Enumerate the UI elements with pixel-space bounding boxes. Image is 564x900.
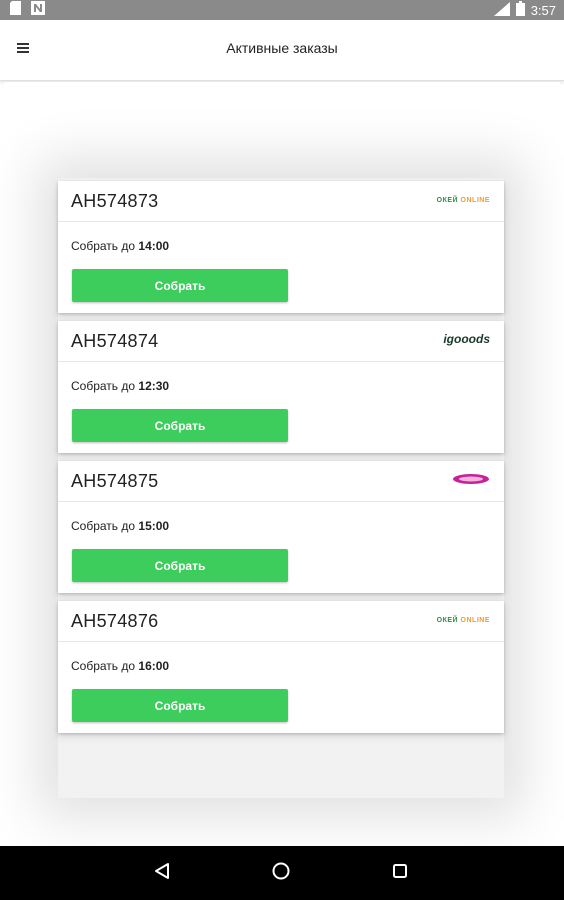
- back-icon: [154, 862, 170, 885]
- collect-button[interactable]: Собрать: [72, 269, 288, 302]
- order-card[interactable]: АН574874 igooods Собрать до 12:30 Собрат…: [58, 321, 504, 453]
- signal-icon: [493, 1, 510, 19]
- order-list: АН574873 ОКЕЙ ONLINE Собрать до 14:00 Со…: [58, 181, 504, 741]
- collect-button[interactable]: Собрать: [72, 409, 288, 442]
- deadline-row: Собрать до 16:00: [71, 659, 169, 673]
- okey-logo: ОКЕЙ ONLINE: [436, 197, 490, 204]
- deadline-row: Собрать до 15:00: [71, 519, 169, 533]
- collect-button[interactable]: Собрать: [72, 689, 288, 722]
- order-card[interactable]: АН574876 ОКЕЙ ONLINE Собрать до 16:00 Со…: [58, 601, 504, 733]
- battery-icon: [515, 1, 525, 19]
- card-header: АН574873 ОКЕЙ ONLINE: [58, 181, 504, 222]
- deadline-label: Собрать до: [71, 379, 136, 393]
- recents-icon: [392, 863, 408, 884]
- card-header: АН574875: [58, 461, 504, 502]
- collect-button[interactable]: Собрать: [72, 549, 288, 582]
- file-icon: [10, 0, 21, 20]
- card-header: АН574874 igooods: [58, 321, 504, 362]
- deadline-time: 14:00: [138, 239, 170, 253]
- back-button[interactable]: [147, 858, 177, 888]
- app-bar: Активные заказы: [0, 20, 564, 81]
- recents-button[interactable]: [385, 858, 415, 888]
- deadline-time: 15:00: [138, 519, 170, 533]
- home-icon: [272, 862, 290, 885]
- order-card[interactable]: АН574875 Собрать до 15:00 Собрать: [58, 461, 504, 593]
- order-id: АН574875: [71, 471, 159, 491]
- order-card[interactable]: АН574873 ОКЕЙ ONLINE Собрать до 14:00 Со…: [58, 181, 504, 313]
- utkonos-logo: [452, 473, 490, 488]
- status-left-icons: [10, 0, 45, 20]
- status-right-icons: 3:57: [493, 1, 556, 19]
- system-nav-bar: [0, 846, 564, 900]
- deadline-label: Собрать до: [71, 239, 136, 253]
- order-id: АН574874: [71, 331, 159, 351]
- deadline-time: 16:00: [138, 659, 170, 673]
- home-button[interactable]: [266, 858, 296, 888]
- deadline-row: Собрать до 12:30: [71, 379, 169, 393]
- igooods-logo: igooods: [443, 332, 490, 346]
- status-time: 3:57: [530, 2, 556, 18]
- deadline-label: Собрать до: [71, 519, 136, 533]
- page-title: Активные заказы: [226, 40, 338, 56]
- status-bar: 3:57: [0, 0, 564, 20]
- n-icon: [31, 0, 45, 20]
- okey-logo: ОКЕЙ ONLINE: [436, 617, 490, 624]
- card-header: АН574876 ОКЕЙ ONLINE: [58, 601, 504, 642]
- order-id: АН574876: [71, 611, 159, 631]
- order-id: АН574873: [71, 191, 159, 211]
- deadline-row: Собрать до 14:00: [71, 239, 169, 253]
- deadline-time: 12:30: [138, 379, 170, 393]
- deadline-label: Собрать до: [71, 659, 136, 673]
